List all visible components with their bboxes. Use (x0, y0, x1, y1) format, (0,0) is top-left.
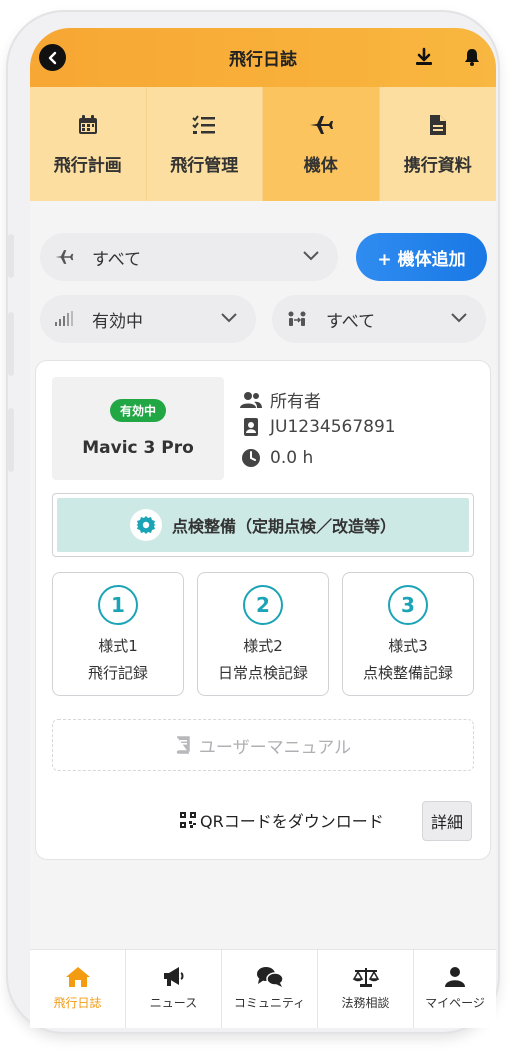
notification-button[interactable] (460, 45, 484, 69)
owner-label: 所有者 (270, 392, 321, 412)
nav-item-community[interactable]: コミュニティ (222, 950, 318, 1028)
book-icon (176, 736, 190, 754)
filter-value: すべて (92, 249, 142, 270)
form-number: 3 (388, 585, 428, 625)
nav-item-flight-log[interactable]: 飛行日誌 (30, 950, 126, 1028)
chevron-down-icon (221, 313, 237, 323)
signal-icon (55, 311, 73, 326)
tab-flight-plan[interactable]: 飛行計画 (30, 87, 147, 201)
nav-label: 法務相談 (341, 996, 390, 1010)
clock-icon (240, 448, 262, 468)
aircraft-model-name: Mavic 3 Pro (82, 438, 194, 458)
form-title: 様式3 (388, 637, 428, 655)
nav-item-legal[interactable]: 法務相談 (318, 950, 414, 1028)
form-subtitle: 点検整備記録 (362, 664, 453, 682)
download-icon (416, 47, 432, 65)
aircraft-card: 有効中 Mavic 3 Pro 所有者 JU1234567891 0.0 h 点… (35, 360, 491, 860)
filter-value: 有効中 (92, 311, 143, 332)
aircraft-model-box[interactable]: 有効中 Mavic 3 Pro (52, 377, 224, 480)
form-number: 2 (243, 585, 283, 625)
gear-icon (129, 509, 162, 541)
chevron-down-icon (303, 251, 319, 261)
form-3-button[interactable]: 3 様式3 点検整備記録 (342, 572, 474, 696)
phone-frame: 飛行日誌 飛行計画 飛行管理 機体 携行資料 すべて + 機体追加 有効中 すべ… (8, 12, 498, 1032)
side-button (8, 234, 14, 278)
bottom-nav: 飛行日誌 ニュース コミュニティ 法務相談 マイページ (30, 949, 496, 1028)
form-number: 1 (98, 585, 138, 625)
maintenance-button[interactable]: 点検整備（定期点検／改造等） (57, 498, 469, 552)
tab-flight-management[interactable]: 飛行管理 (147, 87, 264, 201)
tab-aircraft[interactable]: 機体 (263, 87, 380, 201)
calendar-icon (77, 113, 99, 137)
status-filter[interactable]: 有効中 (40, 295, 256, 343)
form-title: 様式2 (243, 637, 283, 655)
status-badge: 有効中 (109, 399, 166, 422)
bell-icon (465, 49, 479, 66)
add-aircraft-button[interactable]: + 機体追加 (356, 233, 487, 281)
side-button (8, 408, 14, 472)
id-badge-icon (240, 417, 262, 437)
users-icon (240, 390, 262, 410)
nav-item-mypage[interactable]: マイページ (414, 950, 496, 1028)
side-button (8, 312, 14, 376)
main-content: すべて + 機体追加 有効中 すべて 有効中 Mavic 3 Pro 所有者 J… (30, 201, 496, 961)
flight-time-row: 0.0 h (240, 448, 313, 468)
chat-bubbles-icon (256, 967, 284, 987)
checklist-icon (192, 113, 216, 137)
maintenance-frame: 点検整備（定期点検／改造等） (52, 493, 474, 557)
form-subtitle: 日常点検記録 (217, 664, 308, 682)
megaphone-icon (163, 967, 183, 986)
chevron-down-icon (451, 313, 467, 323)
download-button[interactable] (412, 45, 436, 69)
flight-time: 0.0 h (270, 448, 314, 468)
qr-download-label: QRコードをダウンロード (200, 812, 384, 831)
airplane-icon (55, 250, 74, 264)
aircraft-type-filter[interactable]: すべて (40, 233, 338, 281)
nav-item-news[interactable]: ニュース (126, 950, 222, 1028)
document-icon (429, 113, 447, 137)
home-icon (65, 967, 90, 987)
add-aircraft-label: + 機体追加 (377, 249, 466, 270)
form-subtitle: 飛行記録 (87, 664, 148, 682)
tab-label: 飛行計画 (53, 156, 122, 176)
airplane-icon (308, 113, 334, 137)
app-header: 飛行日誌 (30, 28, 496, 87)
form-1-button[interactable]: 1 様式1 飛行記録 (52, 572, 184, 696)
tab-label: 飛行管理 (170, 156, 239, 176)
tab-label: 携行資料 (403, 156, 472, 176)
nav-label: ニュース (149, 996, 198, 1010)
scales-icon (352, 968, 379, 987)
registration-number: JU1234567891 (270, 417, 396, 437)
user-manual-button[interactable]: ユーザーマニュアル (52, 719, 474, 771)
tab-label: 機体 (303, 156, 338, 176)
qr-code-icon (180, 812, 196, 828)
detail-label: 詳細 (430, 813, 463, 832)
owner-row: 所有者 (240, 387, 321, 412)
qr-download-link[interactable]: QRコードをダウンロード (180, 808, 384, 832)
people-arrows-icon (288, 311, 306, 326)
detail-button[interactable]: 詳細 (422, 801, 472, 841)
nav-label: コミュニティ (233, 996, 306, 1010)
nav-label: マイページ (425, 996, 485, 1010)
registration-row: JU1234567891 (240, 417, 396, 437)
user-manual-label: ユーザーマニュアル (198, 737, 352, 758)
app-screen: 飛行日誌 飛行計画 飛行管理 機体 携行資料 すべて + 機体追加 有効中 すべ… (30, 28, 496, 1028)
nav-label: 飛行日誌 (53, 996, 102, 1010)
top-tab-bar: 飛行計画 飛行管理 機体 携行資料 (30, 87, 496, 201)
owner-filter[interactable]: すべて (272, 295, 486, 343)
user-icon (445, 967, 465, 987)
maintenance-label: 点検整備（定期点検／改造等） (171, 517, 396, 536)
filter-value: すべて (326, 311, 376, 332)
tab-documents[interactable]: 携行資料 (380, 87, 496, 201)
form-title: 様式1 (98, 637, 138, 655)
form-2-button[interactable]: 2 様式2 日常点検記録 (197, 572, 329, 696)
